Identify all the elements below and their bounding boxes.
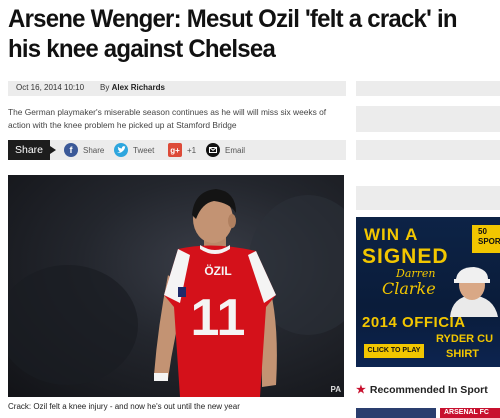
email-share-label: Email [225, 145, 246, 155]
ad-line4: RYDER CU [436, 333, 494, 345]
facebook-icon: f [64, 143, 78, 157]
google-plus-button[interactable]: g+ +1 [168, 143, 196, 157]
sidebar-bar [356, 81, 500, 96]
ad-badge-text: SPOR [478, 237, 500, 246]
facebook-share-button[interactable]: f Share [64, 143, 104, 157]
twitter-share-button[interactable]: Tweet [114, 143, 154, 157]
recommended-thumb[interactable] [356, 408, 436, 418]
recommended-thumb-arsenal[interactable]: ARSENAL FC [440, 408, 500, 418]
email-icon [206, 143, 220, 157]
sidebar-bar [356, 140, 500, 160]
player-illustration: ÖZIL 11 [8, 189, 344, 397]
ad-line1: WIN A [364, 225, 419, 244]
sidebar-bar [356, 106, 500, 132]
click-to-play-button[interactable]: CLICK TO PLAY [364, 344, 424, 358]
ad-badge-number: 50 [478, 227, 487, 236]
golfer-photo [450, 267, 498, 317]
google-plus-icon: g+ [168, 143, 182, 157]
ad-corner-badge: 50 SPOR [472, 225, 500, 253]
ad-line2: SIGNED [362, 245, 449, 268]
share-bar: Share f Share Tweet g+ +1 Email [8, 140, 346, 160]
article-summary: The German playmaker's miserable season … [8, 107, 327, 130]
ad-line3: 2014 OFFICIA [362, 314, 466, 331]
byline: By Alex Richards [100, 83, 165, 92]
twitter-share-label: Tweet [133, 145, 155, 155]
ad-signature-last: Clarke [382, 279, 436, 298]
recommended-heading: ★ Recommended In Sport [356, 383, 500, 396]
promo-banner-ad[interactable]: WIN A SIGNED Darren Clarke 50 SPOR 2014 … [356, 217, 500, 367]
author-link[interactable]: Alex Richards [112, 83, 165, 92]
jersey-name: ÖZIL [204, 263, 231, 278]
article-photo[interactable]: ÖZIL 11 PA [8, 175, 344, 397]
google-plus-label: +1 [187, 145, 197, 155]
share-label: Share [8, 140, 56, 160]
star-icon: ★ [356, 384, 366, 396]
publish-date: Oct 16, 2014 10:10 [16, 83, 85, 92]
sidebar-bar [356, 186, 500, 210]
ad-line5: SHIRT [446, 348, 479, 360]
email-share-button[interactable]: Email [206, 143, 245, 157]
recommended-label: Recommended In Sport [369, 384, 488, 396]
article-meta: Oct 16, 2014 10:10 By Alex Richards [8, 81, 346, 96]
article-headline: Arsene Wenger: Mesut Ozil 'felt a crack'… [8, 5, 458, 63]
facebook-share-label: Share [83, 145, 105, 155]
photo-credit: PA [330, 385, 341, 394]
jersey-number: 11 [191, 289, 246, 347]
byline-prefix: By [100, 83, 110, 92]
photo-caption: Crack: Ozil felt a knee injury - and now… [8, 402, 240, 411]
twitter-icon [114, 143, 128, 157]
